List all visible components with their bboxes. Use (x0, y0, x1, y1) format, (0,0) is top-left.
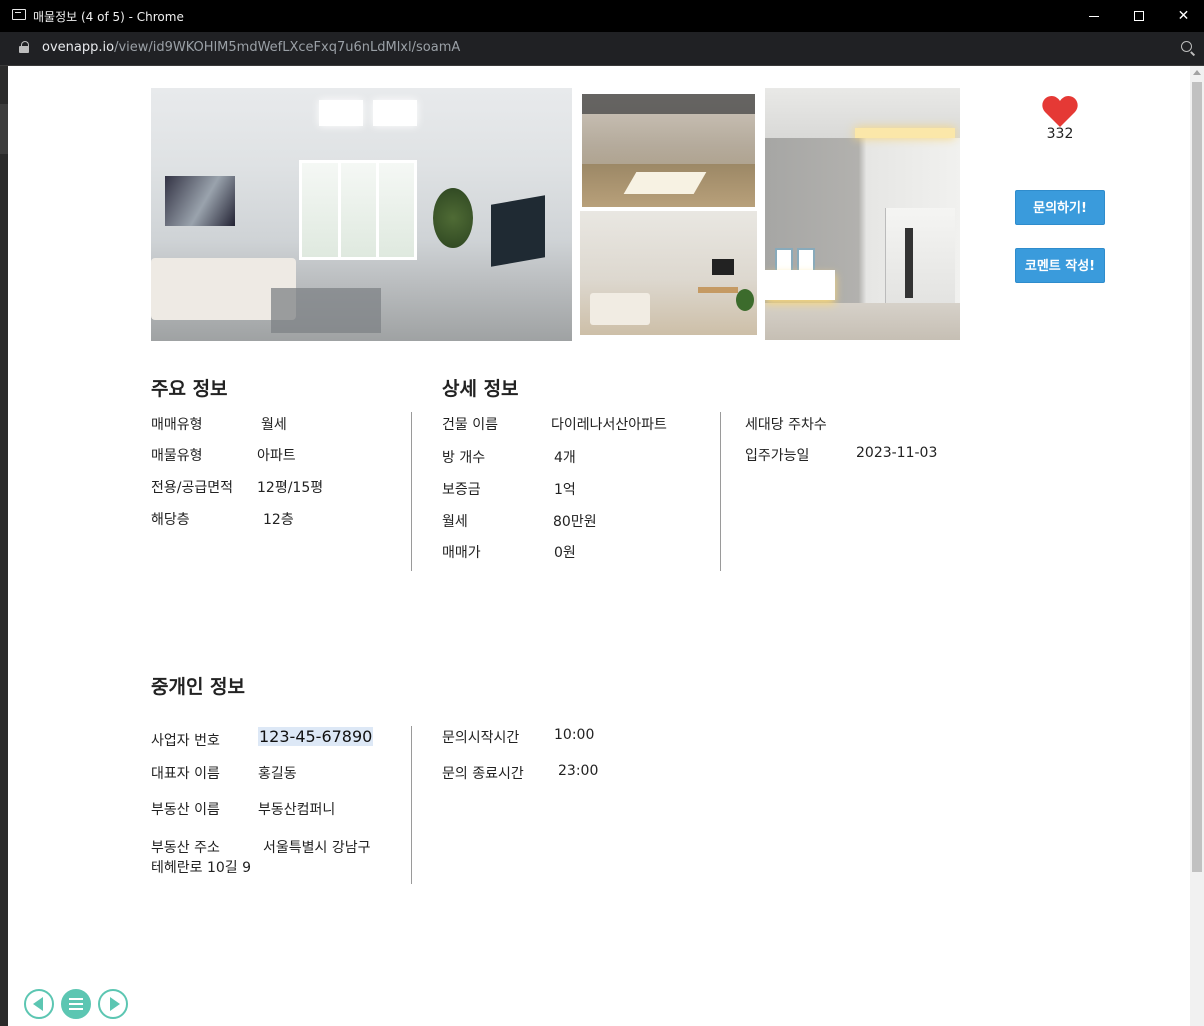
detail-info-label: 월세 (442, 514, 468, 530)
menu-button[interactable] (61, 989, 91, 1019)
vertical-scrollbar[interactable] (1190, 66, 1204, 1026)
broker-info-label: 대표자 이름 (151, 766, 220, 782)
broker-info-value: 부동산컴퍼니 (258, 802, 336, 818)
move-in-date-value: 2023-11-03 (856, 445, 938, 461)
address-bar: ovenapp.io/view/id9WKOHlM5mdWefLXceFxq7u… (0, 32, 1204, 66)
detail-info-value: 1억 (554, 482, 576, 498)
maximize-icon (1133, 11, 1144, 21)
broker-info-label: 부동산 이름 (151, 802, 220, 818)
inquiry-start-label: 문의시작시간 (442, 730, 520, 746)
photo-kitchen-hallway[interactable] (765, 88, 960, 340)
inquiry-end-value: 23:00 (558, 763, 599, 779)
minimize-button[interactable] (1071, 0, 1116, 32)
main-info-value: 월세 (261, 417, 287, 433)
close-button[interactable]: ✕ (1161, 0, 1204, 32)
detail-info-label: 보증금 (442, 482, 481, 498)
maximize-button[interactable] (1116, 0, 1161, 32)
move-in-date-label: 입주가능일 (745, 448, 810, 464)
url-path: /view/id9WKOHlM5mdWefLXceFxq7u6nLdMlxl/s… (114, 40, 461, 55)
inquire-button[interactable]: 문의하기! (1015, 190, 1105, 225)
business-number-value[interactable]: 123-45-67890 (258, 727, 374, 746)
background-window-strip (0, 66, 8, 1026)
main-info-label: 전용/공급면적 (151, 480, 233, 496)
main-info-value: 12평/15평 (257, 480, 324, 496)
detail-info-value: 4개 (554, 450, 576, 466)
main-photo-living-room[interactable] (151, 88, 572, 341)
heart-icon[interactable] (1042, 96, 1078, 128)
parking-per-unit-label: 세대당 주차수 (745, 417, 827, 433)
page-content: 332 문의하기! 코멘트 작성! 주요 정보 매매유형 월세 매물유형 아파트… (8, 66, 1190, 1026)
inquiry-start-value: 10:00 (554, 727, 595, 743)
detail-info-value: 80만원 (553, 514, 597, 530)
broker-info-label: 부동산 주소 (151, 840, 220, 856)
app-window-icon (12, 9, 26, 20)
broker-info-label: 사업자 번호 (151, 733, 220, 749)
main-info-label: 해당층 (151, 512, 190, 528)
divider (411, 726, 412, 884)
broker-info-title: 중개인 정보 (151, 676, 246, 698)
next-page-button[interactable] (98, 989, 128, 1019)
main-info-title: 주요 정보 (151, 378, 228, 400)
lock-icon[interactable] (19, 41, 29, 54)
url-field[interactable]: ovenapp.io/view/id9WKOHlM5mdWefLXceFxq7u… (42, 40, 460, 55)
window-title: 매물정보 (4 of 5) - Chrome (33, 10, 184, 24)
main-info-label: 매물유형 (151, 448, 203, 464)
menu-icon (69, 998, 83, 1000)
detail-info-label: 건물 이름 (442, 417, 498, 433)
broker-address-value: 서울특별시 강남구 (263, 840, 371, 856)
like-count: 332 (1046, 126, 1074, 142)
main-info-label: 매매유형 (151, 417, 203, 433)
inquiry-end-label: 문의 종료시간 (442, 766, 524, 782)
photo-studio-room[interactable] (580, 211, 757, 335)
previous-page-button[interactable] (24, 989, 54, 1019)
scroll-up-icon[interactable] (1193, 70, 1201, 75)
detail-info-title: 상세 정보 (442, 378, 519, 400)
write-comment-button[interactable]: 코멘트 작성! (1015, 248, 1105, 283)
divider (720, 412, 721, 571)
close-icon: ✕ (1177, 8, 1190, 24)
broker-address-line2: 테헤란로 10길 9 (151, 860, 252, 876)
broker-info-value: 홍길동 (258, 766, 297, 782)
zoom-icon[interactable] (1181, 41, 1195, 55)
detail-info-label: 방 개수 (442, 450, 486, 466)
scrollbar-thumb[interactable] (1192, 82, 1202, 872)
minimize-icon (1088, 15, 1099, 17)
main-info-value: 아파트 (257, 448, 296, 464)
detail-info-value: 다이레나서산아파트 (551, 417, 667, 433)
divider (411, 412, 412, 571)
detail-info-label: 매매가 (442, 545, 481, 561)
url-domain: ovenapp.io (42, 40, 115, 55)
photo-loft-interior[interactable] (582, 94, 755, 207)
main-info-value: 12층 (263, 512, 294, 528)
detail-info-value: 0원 (554, 545, 576, 561)
window-titlebar: 매물정보 (4 of 5) - Chrome ✕ (0, 0, 1204, 32)
